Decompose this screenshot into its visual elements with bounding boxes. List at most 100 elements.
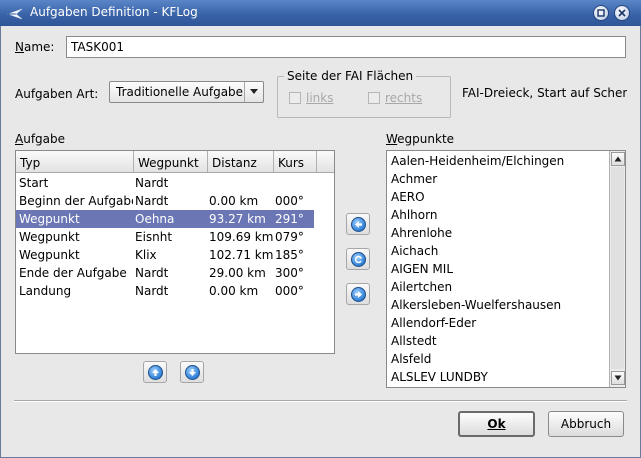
task-type-select[interactable]: Traditionelle Aufgabe xyxy=(109,81,264,103)
list-item[interactable]: AIGEN MIL xyxy=(387,260,608,278)
table-row[interactable]: Beginn der Aufgabe Nardt 0.00 km 000° xyxy=(16,192,314,210)
fai-right-checkbox[interactable] xyxy=(368,92,380,104)
list-item[interactable]: Ahlhorn xyxy=(387,206,608,224)
scroll-down-button[interactable] xyxy=(611,371,625,385)
list-item[interactable]: Ailertchen xyxy=(387,278,608,296)
cell-wegpunkt: Nardt xyxy=(135,194,169,208)
scroll-track[interactable] xyxy=(611,167,624,369)
cancel-label: Abbruch xyxy=(560,417,612,431)
task-type-value: Traditionelle Aufgabe xyxy=(116,85,244,99)
cell-distanz: 93.27 km xyxy=(209,212,266,226)
triangle-down-icon xyxy=(614,375,622,381)
minimize-button[interactable] xyxy=(593,5,609,21)
cell-distanz: 29.00 km xyxy=(209,266,266,280)
cell-typ: Wegpunkt xyxy=(19,212,80,226)
cell-wegpunkt: Klix xyxy=(135,248,157,262)
list-item-label: ALSLEV LUNDBY xyxy=(391,370,488,384)
cell-kurs: 185° xyxy=(275,248,304,262)
list-item[interactable]: Aichach xyxy=(387,242,608,260)
cell-wegpunkt: Nardt xyxy=(135,284,169,298)
cell-typ: Beginn der Aufgabe xyxy=(19,194,133,208)
cell-distanz: 0.00 km xyxy=(209,284,259,298)
table-row[interactable]: Landung Nardt 0.00 km 000° xyxy=(16,282,314,300)
list-item-label: Allendorf-Eder xyxy=(391,316,477,330)
list-item-label: Achmer xyxy=(391,172,438,186)
column-header-distanz[interactable]: Distanz xyxy=(208,151,274,173)
fai-left-checkbox[interactable] xyxy=(289,92,301,104)
list-item[interactable]: Alsfeld xyxy=(387,350,608,368)
replace-waypoint-button[interactable] xyxy=(346,248,370,270)
move-up-button[interactable] xyxy=(143,361,167,383)
cell-typ: Start xyxy=(19,176,49,190)
cell-wegpunkt: Eisnht xyxy=(135,230,173,244)
arrow-up-icon xyxy=(147,364,163,380)
close-icon xyxy=(618,9,626,17)
list-item-label: AERO xyxy=(391,190,425,204)
table-row[interactable]: Start Nardt xyxy=(16,174,314,192)
cell-wegpunkt: Nardt xyxy=(135,266,169,280)
column-header-typ[interactable]: Typ xyxy=(16,151,134,173)
table-row[interactable]: Wegpunkt Klix 102.71 km 185° xyxy=(16,246,314,264)
cell-wegpunkt: Nardt xyxy=(135,176,169,190)
cell-distanz: 109.69 km xyxy=(209,230,274,244)
list-item[interactable]: Aalen-Heidenheim/Elchingen xyxy=(387,152,608,170)
name-label: Name: xyxy=(15,40,55,54)
add-waypoint-button[interactable] xyxy=(346,213,370,235)
list-item[interactable]: Allendorf-Eder xyxy=(387,314,608,332)
cell-typ: Landung xyxy=(19,284,72,298)
ok-button[interactable]: Ok xyxy=(458,411,535,437)
cell-kurs: 300° xyxy=(275,266,304,280)
fai-right-label: rechts xyxy=(385,91,423,105)
title-bar[interactable]: Aufgaben Definition - KFLog xyxy=(0,0,641,27)
list-item[interactable]: AERO xyxy=(387,188,608,206)
task-type-label: Aufgaben Art: xyxy=(15,87,99,101)
remove-waypoint-button[interactable] xyxy=(346,283,370,305)
list-item-label: Aalen-Heidenheim/Elchingen xyxy=(391,154,565,168)
scroll-up-button[interactable] xyxy=(611,152,625,166)
list-item-label: Allstedt xyxy=(391,334,437,348)
cell-kurs: 291° xyxy=(275,212,304,226)
column-header-kurs[interactable]: Kurs xyxy=(274,151,317,173)
cell-typ: Wegpunkt xyxy=(19,248,80,262)
name-label-rest: ame: xyxy=(23,40,55,54)
cell-distanz: 102.71 km xyxy=(209,248,274,262)
cell-wegpunkt: Oehna xyxy=(135,212,175,226)
list-item-label: Aichach xyxy=(391,244,439,258)
triangle-up-icon xyxy=(614,156,622,162)
waypoints-label: Wegpunkte xyxy=(386,132,455,146)
waypoint-list[interactable]: Aalen-Heidenheim/Elchingen Achmer AERO A… xyxy=(386,150,626,388)
waypoint-scrollbar[interactable] xyxy=(609,151,625,387)
fai-info-text: FAI-Dreieck, Start auf Schen xyxy=(462,86,627,100)
name-input[interactable] xyxy=(66,36,626,58)
list-item-label: Ahrenlohe xyxy=(391,226,453,240)
cell-kurs: 079° xyxy=(275,230,304,244)
move-down-button[interactable] xyxy=(180,361,204,383)
list-item[interactable]: Ahrenlohe xyxy=(387,224,608,242)
chevron-down-icon xyxy=(250,89,258,94)
arrow-right-icon xyxy=(350,286,366,302)
list-item[interactable]: Achmer xyxy=(387,170,608,188)
table-row[interactable]: Wegpunkt Eisnht 109.69 km 079° xyxy=(16,228,314,246)
cell-kurs: 000° xyxy=(275,284,304,298)
column-header-wegpunkt[interactable]: Wegpunkt xyxy=(134,151,208,173)
list-item[interactable]: Allstedt xyxy=(387,332,608,350)
list-item[interactable]: ALSLEV LUNDBY xyxy=(387,368,608,386)
minimize-icon xyxy=(597,9,605,17)
list-item-label: Alkersleben-Wuelfershausen xyxy=(391,298,562,312)
cell-typ: Ende der Aufgabe xyxy=(19,266,127,280)
table-row[interactable]: Ende der Aufgabe Nardt 29.00 km 300° xyxy=(16,264,314,282)
arrow-left-icon xyxy=(350,216,366,232)
cell-distanz: 0.00 km xyxy=(209,194,259,208)
task-list[interactable]: Typ Wegpunkt Distanz Kurs Start Nardt Be… xyxy=(15,150,335,354)
list-item-label: AIGEN MIL xyxy=(391,262,453,276)
app-icon xyxy=(7,5,23,21)
window-title: Aufgaben Definition - KFLog xyxy=(30,5,198,19)
table-row-selected[interactable]: Wegpunkt Oehna 93.27 km 291° xyxy=(16,210,314,228)
task-list-label: Aufgabe xyxy=(15,132,66,146)
list-item-label: Alsfeld xyxy=(391,352,432,366)
list-item[interactable]: Alkersleben-Wuelfershausen xyxy=(387,296,608,314)
refresh-icon xyxy=(350,251,366,267)
close-button[interactable] xyxy=(614,5,630,21)
cancel-button[interactable]: Abbruch xyxy=(548,411,624,437)
fai-left-label: links xyxy=(306,91,334,105)
